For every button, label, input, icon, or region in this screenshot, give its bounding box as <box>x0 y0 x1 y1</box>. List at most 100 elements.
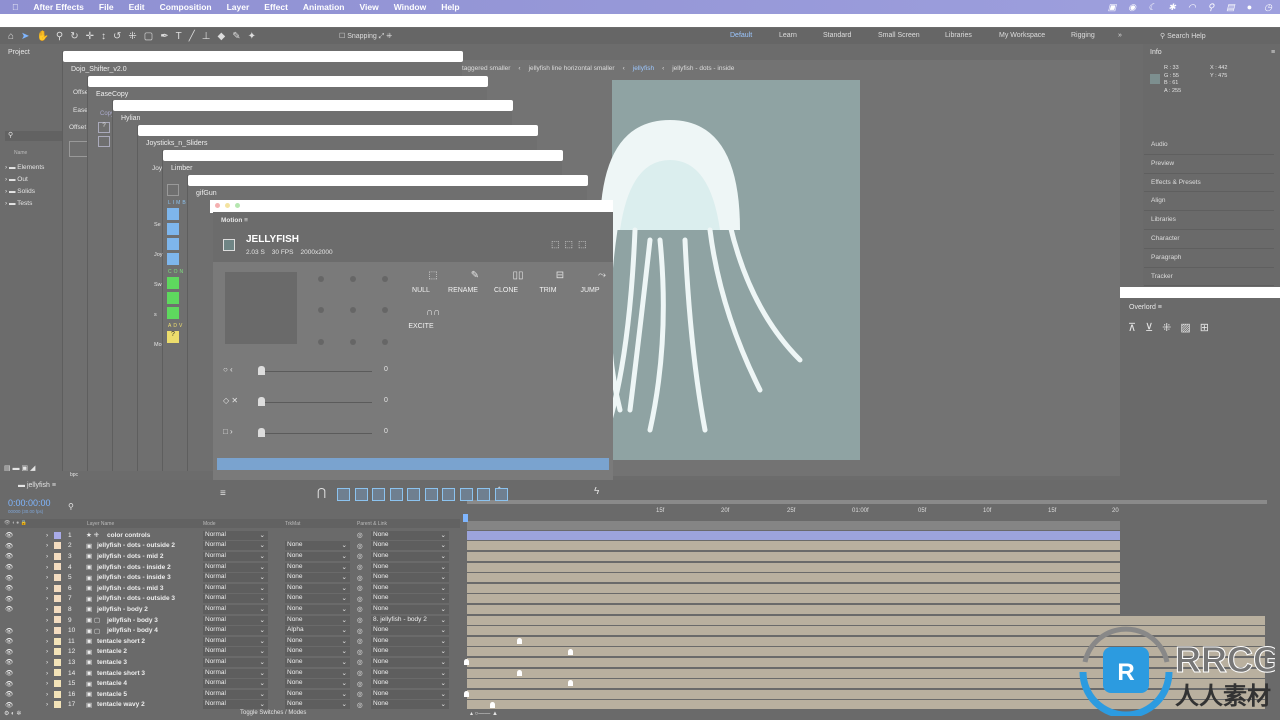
layer-row[interactable]: 👁 › 1 ★ ⁜ color controls Normal ⌄ ◎ None ⌄ <box>0 530 460 541</box>
pickwhip-icon[interactable]: ◎ <box>357 552 363 560</box>
slider-3-value[interactable]: 0 <box>384 428 388 435</box>
expand-chevron-icon[interactable]: › <box>46 574 48 581</box>
easing-preset-button[interactable] <box>494 488 508 501</box>
window-titlebar[interactable] <box>63 51 463 62</box>
trkmat-dropdown[interactable]: None ⌄ <box>285 679 350 689</box>
visibility-eye-icon[interactable]: 👁 <box>5 563 13 571</box>
app-icon[interactable]: ◉ <box>1128 2 1136 13</box>
limber-button[interactable] <box>167 253 179 265</box>
label-color[interactable] <box>54 669 61 677</box>
jump-icon[interactable]: ⤳ <box>582 270 622 281</box>
expand-chevron-icon[interactable]: › <box>46 659 48 666</box>
layer-duration-bar[interactable] <box>467 562 1120 572</box>
keyframe[interactable] <box>568 680 573 687</box>
minimize-window-button[interactable] <box>225 203 230 208</box>
ease-both-icons[interactable]: ◇ ✕ <box>223 396 238 405</box>
info-menu-icon[interactable]: ≡ <box>1271 49 1275 56</box>
expand-chevron-icon[interactable]: › <box>46 617 48 624</box>
expand-chevron-icon[interactable]: › <box>46 564 48 571</box>
limber-add-button[interactable] <box>167 208 179 220</box>
mode-dropdown[interactable]: Normal ⌄ <box>203 647 268 657</box>
null-icon[interactable]: ⬚ <box>413 270 453 281</box>
layer-name[interactable]: tentacle 4 <box>97 680 127 687</box>
parent-dropdown[interactable]: None ⌄ <box>371 647 449 657</box>
home-icon[interactable]: ⌂ <box>8 31 14 42</box>
layer-name[interactable]: jellyfish - body 3 <box>107 617 158 624</box>
easing-preset-button[interactable] <box>354 488 368 501</box>
breadcrumb-item[interactable]: taggered smaller <box>462 65 510 72</box>
panel-character[interactable]: Character <box>1144 230 1274 249</box>
playhead[interactable] <box>463 514 468 522</box>
layer-duration-bar[interactable] <box>467 530 1120 540</box>
label-color[interactable] <box>54 542 61 550</box>
workspace-my-workspace[interactable]: My Workspace <box>999 32 1045 39</box>
label-color[interactable] <box>54 701 61 709</box>
layer-row[interactable]: 👁 › 14 ▣ tentacle short 3 Normal ⌄ None ⌄ … <box>0 668 460 679</box>
pickwhip-icon[interactable]: ◎ <box>357 701 363 709</box>
label-color[interactable] <box>54 658 61 666</box>
rotate-tool-icon[interactable]: ↺ <box>113 31 121 42</box>
slider-1[interactable] <box>262 371 372 372</box>
timeline-tab[interactable]: ▬ jellyfish ≡ <box>18 482 56 489</box>
visibility-eye-icon[interactable]: 👁 <box>5 669 13 677</box>
bluetooth-icon[interactable]: ✱ <box>1168 2 1176 13</box>
mode-dropdown[interactable]: Normal ⌄ <box>203 541 268 551</box>
anchor-point-grid[interactable] <box>313 272 393 348</box>
label-color[interactable] <box>54 573 61 581</box>
label-color[interactable] <box>54 595 61 603</box>
label-color[interactable] <box>54 531 61 539</box>
visibility-eye-icon[interactable]: 👁 <box>5 658 13 666</box>
overlord-titlebar[interactable] <box>1120 287 1280 298</box>
motion-timeline-bar[interactable] <box>217 458 609 470</box>
panel-effects-presets[interactable]: Effects & Presets <box>1144 174 1274 193</box>
mode-dropdown[interactable]: Normal ⌄ <box>203 657 268 667</box>
parent-dropdown[interactable]: None ⌄ <box>371 689 449 699</box>
window-titlebar[interactable] <box>88 76 488 87</box>
menu-window[interactable]: Window <box>394 2 427 12</box>
zoom-tool-icon[interactable]: ⚲ <box>56 31 63 42</box>
limber-control-button[interactable] <box>167 277 179 289</box>
keyframe[interactable] <box>517 638 522 644</box>
workspace-default[interactable]: Default <box>730 32 752 39</box>
limber-button[interactable] <box>167 238 179 250</box>
label-color[interactable] <box>54 616 61 624</box>
easing-preset-button[interactable] <box>337 488 350 501</box>
trkmat-dropdown[interactable]: None ⌄ <box>285 551 350 561</box>
work-area-bar[interactable] <box>467 521 1120 530</box>
pickwhip-icon[interactable]: ◎ <box>357 627 363 635</box>
workspace-rigging[interactable]: Rigging <box>1071 32 1095 39</box>
help-button[interactable]: ? <box>98 122 110 133</box>
control-center-icon[interactable]: ▤ <box>1226 2 1235 13</box>
menu-help[interactable]: Help <box>441 2 459 12</box>
layer-name[interactable]: color controls <box>107 532 150 539</box>
panel-paragraph[interactable]: Paragraph <box>1144 249 1274 268</box>
workspace-learn[interactable]: Learn <box>779 32 797 39</box>
timeline-footer-icons[interactable]: ⚙ ◐ ✲ <box>4 710 21 717</box>
parent-dropdown[interactable]: None ⌄ <box>371 583 449 593</box>
pickwhip-icon[interactable]: ◎ <box>357 680 363 688</box>
type-tool-icon[interactable]: T <box>176 31 182 42</box>
layer-row[interactable]: 👁 › 12 ▣ tentacle 2 Normal ⌄ None ⌄ ◎ None… <box>0 647 460 658</box>
pen-tool-icon[interactable]: ✒ <box>160 31 168 42</box>
layer-name[interactable]: jellyfish - dots - inside 2 <box>97 564 171 571</box>
roto-tool-icon[interactable]: ✎ <box>232 31 240 42</box>
expand-chevron-icon[interactable]: › <box>46 638 48 645</box>
trkmat-dropdown[interactable]: None ⌄ <box>285 541 350 551</box>
layer-duration-bar[interactable] <box>467 583 1120 593</box>
label-color[interactable] <box>54 679 61 687</box>
mode-dropdown[interactable]: Normal ⌄ <box>203 615 268 625</box>
easing-preset-button[interactable] <box>477 488 490 501</box>
easing-preset-button[interactable] <box>372 488 385 501</box>
parent-dropdown[interactable]: None ⌄ <box>371 530 449 540</box>
layer-name[interactable]: jellyfish - dots - mid 2 <box>97 553 163 560</box>
more-workspaces-icon[interactable]: » <box>1118 32 1122 39</box>
clone-button[interactable]: CLONE <box>486 287 526 294</box>
timeline-search[interactable]: ⚲ <box>68 502 74 511</box>
mode-dropdown[interactable]: Normal ⌄ <box>203 636 268 646</box>
toggle-switches-modes[interactable]: Toggle Switches / Modes <box>240 710 306 716</box>
trkmat-dropdown[interactable]: None ⌄ <box>285 636 350 646</box>
layer-row[interactable]: 👁 › 13 ▣ tentacle 3 Normal ⌄ None ⌄ ◎ None… <box>0 657 460 668</box>
paste-button[interactable] <box>98 136 110 147</box>
pickwhip-icon[interactable]: ◎ <box>357 563 363 571</box>
limber-control-button[interactable] <box>167 292 179 304</box>
